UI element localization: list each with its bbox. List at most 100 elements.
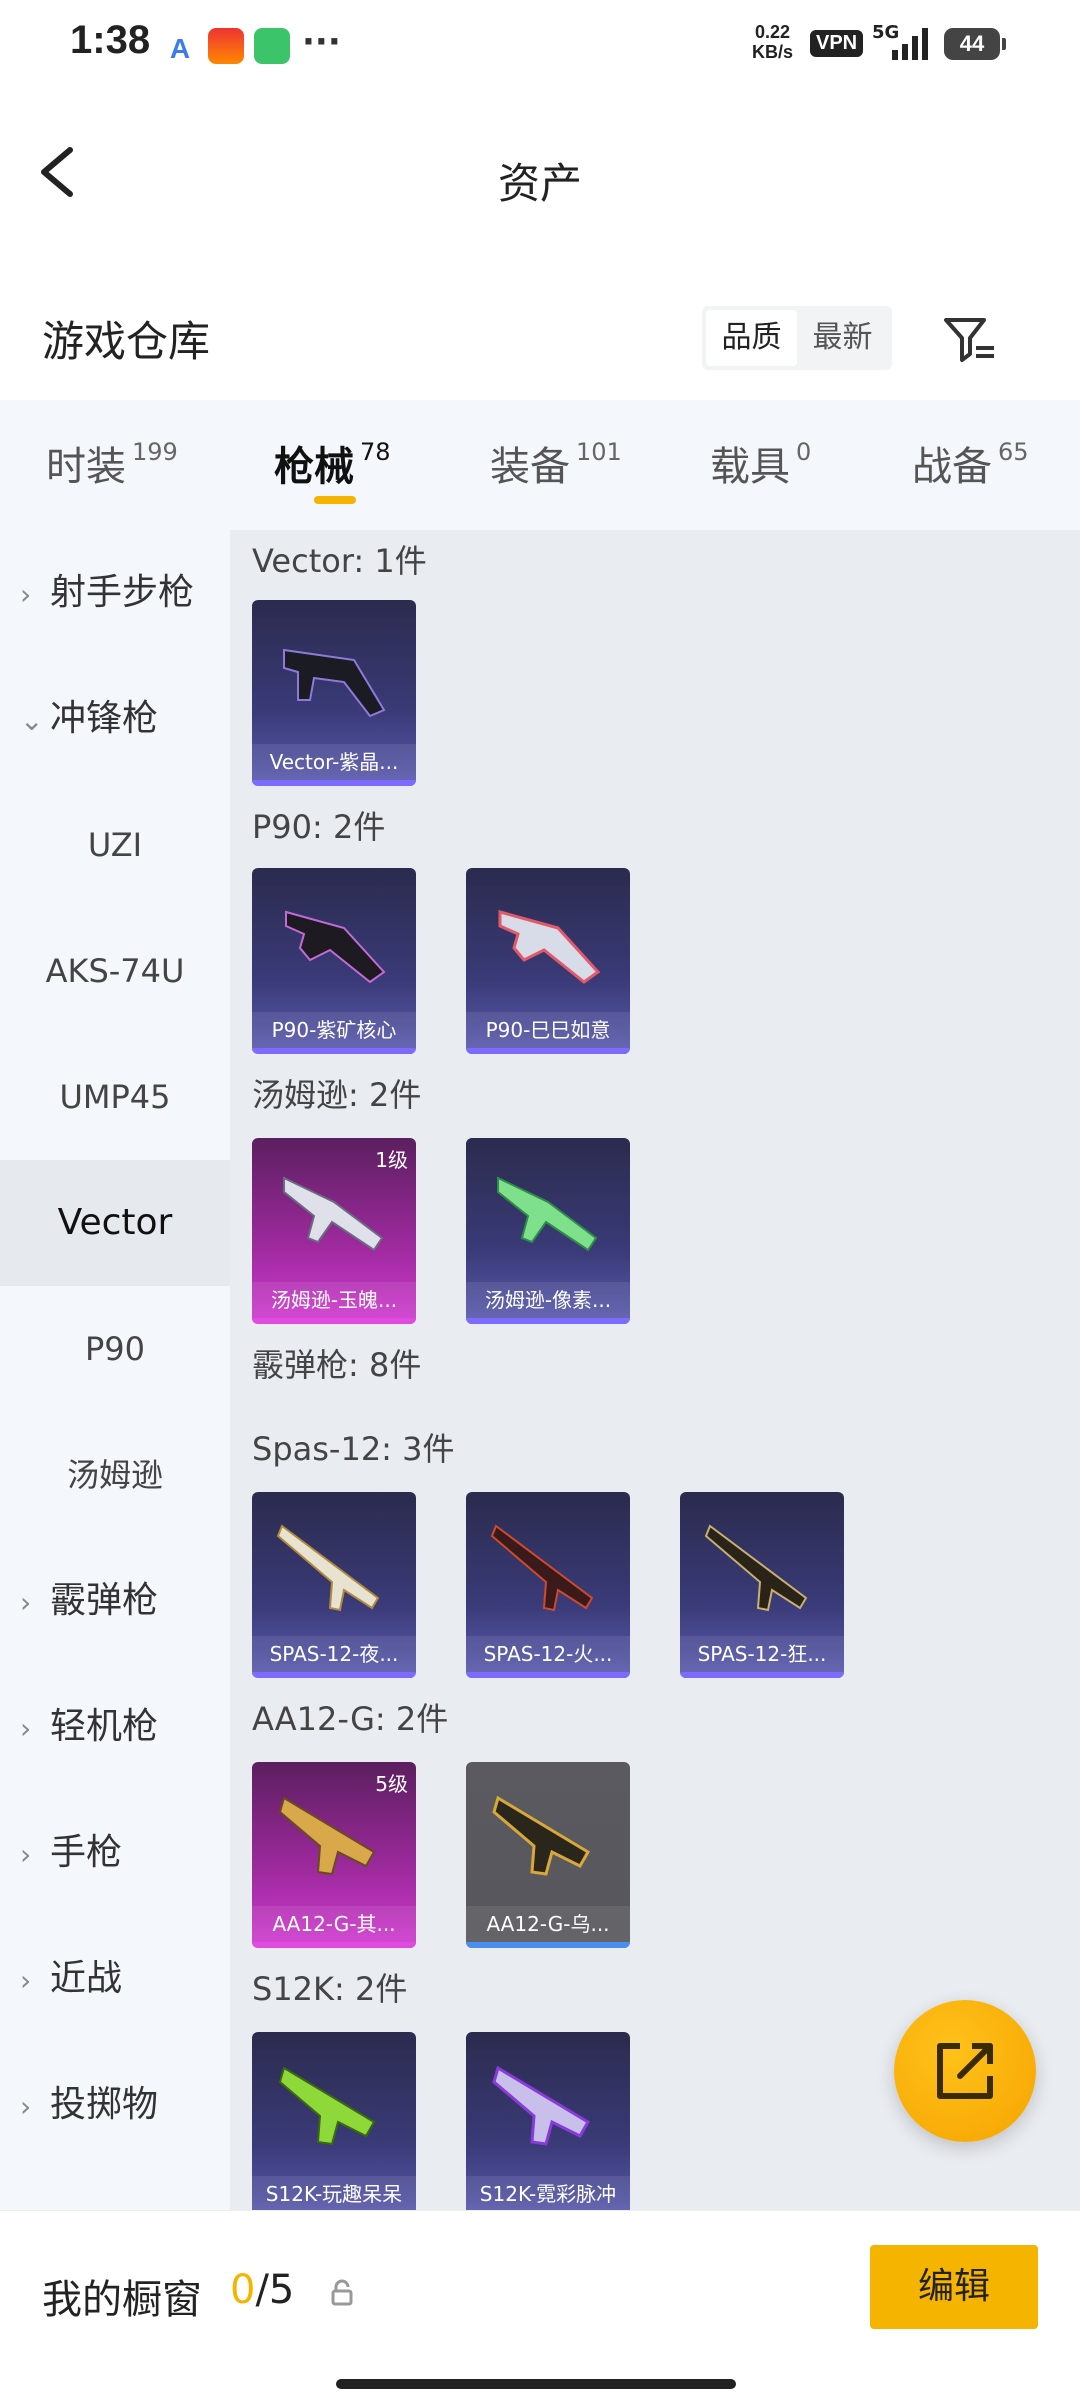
- chevron-right-icon: ›: [20, 1586, 32, 1619]
- active-tab-indicator: [314, 496, 356, 504]
- rarity-bar: [466, 1672, 630, 1678]
- signal-icon: [892, 28, 928, 60]
- sidebar-item-ump45[interactable]: UMP45: [0, 1034, 230, 1160]
- rarity-bar: [252, 780, 416, 786]
- skin-card[interactable]: AA12-G-乌...: [466, 1762, 630, 1948]
- skin-card[interactable]: P90-紫矿核心: [252, 868, 416, 1054]
- skin-card[interactable]: 5级 AA12-G-其...: [252, 1762, 416, 1948]
- status-time: 1:38: [70, 18, 151, 62]
- sidebar-item-lmg[interactable]: › 轻机枪: [0, 1664, 230, 1790]
- more-icon: ···: [302, 22, 341, 62]
- gun-icon: [283, 1176, 384, 1252]
- skin-card[interactable]: P90-巳巳如意: [466, 868, 630, 1054]
- sidebar-item-aks74u[interactable]: AKS-74U: [0, 908, 230, 1034]
- weapon-list: Vector: 1件 Vector-紫晶... P90: 2件 P90-紫矿核心…: [230, 530, 1080, 2210]
- chevron-down-icon: ⌄: [20, 704, 44, 737]
- tab-vehicles[interactable]: 载具 0: [710, 434, 811, 492]
- rarity-bar: [252, 1318, 416, 1324]
- sidebar-item-throwable[interactable]: › 投掷物: [0, 2042, 230, 2168]
- page-title: 资产: [497, 159, 582, 208]
- skin-card[interactable]: S12K-玩趣呆呆: [252, 2032, 416, 2210]
- sidebar-item-uzi[interactable]: UZI: [0, 782, 230, 908]
- sidebar-item-vector[interactable]: Vector: [0, 1160, 230, 1286]
- gun-icon: [283, 648, 386, 718]
- app-a-icon: A: [162, 28, 198, 64]
- tab-equipment[interactable]: 装备 101: [490, 434, 622, 492]
- skin-label: AA12-G-乌...: [466, 1906, 630, 1942]
- skin-label: SPAS-12-火...: [466, 1636, 630, 1672]
- app-game-icon: [208, 28, 244, 64]
- gun-icon: [278, 2066, 376, 2146]
- group-title-s12k: S12K: 2件: [252, 1970, 408, 2008]
- sidebar-item-melee[interactable]: › 近战: [0, 1916, 230, 2042]
- skin-level: 1级: [375, 1148, 408, 1172]
- skin-label: Vector-紫晶...: [252, 744, 416, 780]
- gun-icon: [278, 1796, 376, 1876]
- edit-button[interactable]: 编辑: [870, 2245, 1038, 2329]
- rarity-bar: [466, 1048, 630, 1054]
- skin-label: P90-巳巳如意: [466, 1012, 630, 1048]
- gun-icon: [498, 910, 601, 984]
- skin-label: 汤姆逊-像素...: [466, 1282, 630, 1318]
- skin-card[interactable]: SPAS-12-火...: [466, 1492, 630, 1678]
- gun-icon: [497, 1176, 598, 1252]
- weapon-sidebar: › 射手步枪 ⌄ 冲锋枪 UZI AKS-74U UMP45 Vector P90 …: [0, 530, 230, 2210]
- skin-level: 5级: [375, 1772, 408, 1796]
- chevron-right-icon: ›: [20, 1838, 32, 1871]
- rarity-bar: [252, 1672, 416, 1678]
- rarity-bar: [466, 1942, 630, 1948]
- rarity-bar: [466, 1318, 630, 1324]
- skin-card[interactable]: S12K-霓彩脉冲: [466, 2032, 630, 2210]
- skin-card[interactable]: Vector-紫晶...: [252, 600, 416, 786]
- tab-supplies[interactable]: 战备 65: [912, 434, 1029, 492]
- rarity-bar: [252, 1942, 416, 1948]
- skin-card[interactable]: SPAS-12-狂...: [680, 1492, 844, 1678]
- share-icon: [937, 2043, 993, 2099]
- gun-icon: [490, 1524, 594, 1612]
- showcase-title: 我的橱窗: [42, 2277, 202, 2323]
- warehouse-title: 游戏仓库: [42, 317, 211, 366]
- svg-text:A: A: [170, 33, 190, 64]
- group-title-spas12: Spas-12: 3件: [252, 1430, 455, 1468]
- skin-label: P90-紫矿核心: [252, 1012, 416, 1048]
- skin-label: 汤姆逊-玉魄...: [252, 1282, 416, 1318]
- group-title-p90: P90: 2件: [252, 808, 386, 846]
- gun-icon: [276, 1524, 380, 1612]
- sidebar-item-p90[interactable]: P90: [0, 1286, 230, 1412]
- sidebar-item-smg[interactable]: ⌄ 冲锋枪: [0, 656, 230, 782]
- group-title-thompson: 汤姆逊: 2件: [252, 1076, 422, 1114]
- tab-guns[interactable]: 枪械 78: [274, 434, 391, 492]
- skin-card[interactable]: 汤姆逊-像素...: [466, 1138, 630, 1324]
- skin-label: S12K-玩趣呆呆: [252, 2176, 416, 2210]
- lock-icon: [331, 2279, 353, 2306]
- gun-icon: [492, 1795, 591, 1876]
- tab-fashion[interactable]: 时装 199: [46, 434, 178, 492]
- skin-label: AA12-G-其...: [252, 1906, 416, 1942]
- skin-card[interactable]: 1级 汤姆逊-玉魄...: [252, 1138, 416, 1324]
- chevron-right-icon: ›: [20, 1712, 32, 1745]
- sort-toggle: 品质 最新: [702, 306, 892, 370]
- battery-icon: 44: [944, 28, 1006, 60]
- sort-quality-button[interactable]: 品质: [706, 310, 797, 366]
- group-title-aa12g: AA12-G: 2件: [252, 1700, 449, 1738]
- app-tool-icon: [254, 28, 290, 64]
- group-title-shotgun: 霰弹枪: 8件: [252, 1346, 422, 1384]
- sidebar-item-marksman-rifle[interactable]: › 射手步枪: [0, 530, 230, 656]
- share-button[interactable]: [894, 2000, 1036, 2142]
- skin-label: S12K-霓彩脉冲: [466, 2176, 630, 2210]
- skin-card[interactable]: SPAS-12-夜...: [252, 1492, 416, 1678]
- home-indicator[interactable]: [336, 2379, 736, 2389]
- warehouse-header: 游戏仓库 品质 最新: [0, 270, 1080, 400]
- sidebar-item-thompson[interactable]: 汤姆逊: [0, 1412, 230, 1538]
- rarity-bar: [680, 1672, 844, 1678]
- skin-label: SPAS-12-夜...: [252, 1636, 416, 1672]
- sidebar-item-pistol[interactable]: › 手枪: [0, 1790, 230, 1916]
- network-speed: 0.22 KB/s: [752, 22, 794, 62]
- rarity-bar: [252, 1048, 416, 1054]
- sidebar-item-shotgun[interactable]: › 霰弹枪: [0, 1538, 230, 1664]
- filter-icon[interactable]: [940, 310, 1000, 370]
- status-bar: 1:38 A ··· 0.22 KB/s VPN 5G 44: [0, 0, 1080, 90]
- skin-label: SPAS-12-狂...: [680, 1636, 844, 1672]
- showcase-bar: 我的橱窗 0/5 编辑: [0, 2210, 1080, 2400]
- sort-newest-button[interactable]: 最新: [797, 310, 888, 366]
